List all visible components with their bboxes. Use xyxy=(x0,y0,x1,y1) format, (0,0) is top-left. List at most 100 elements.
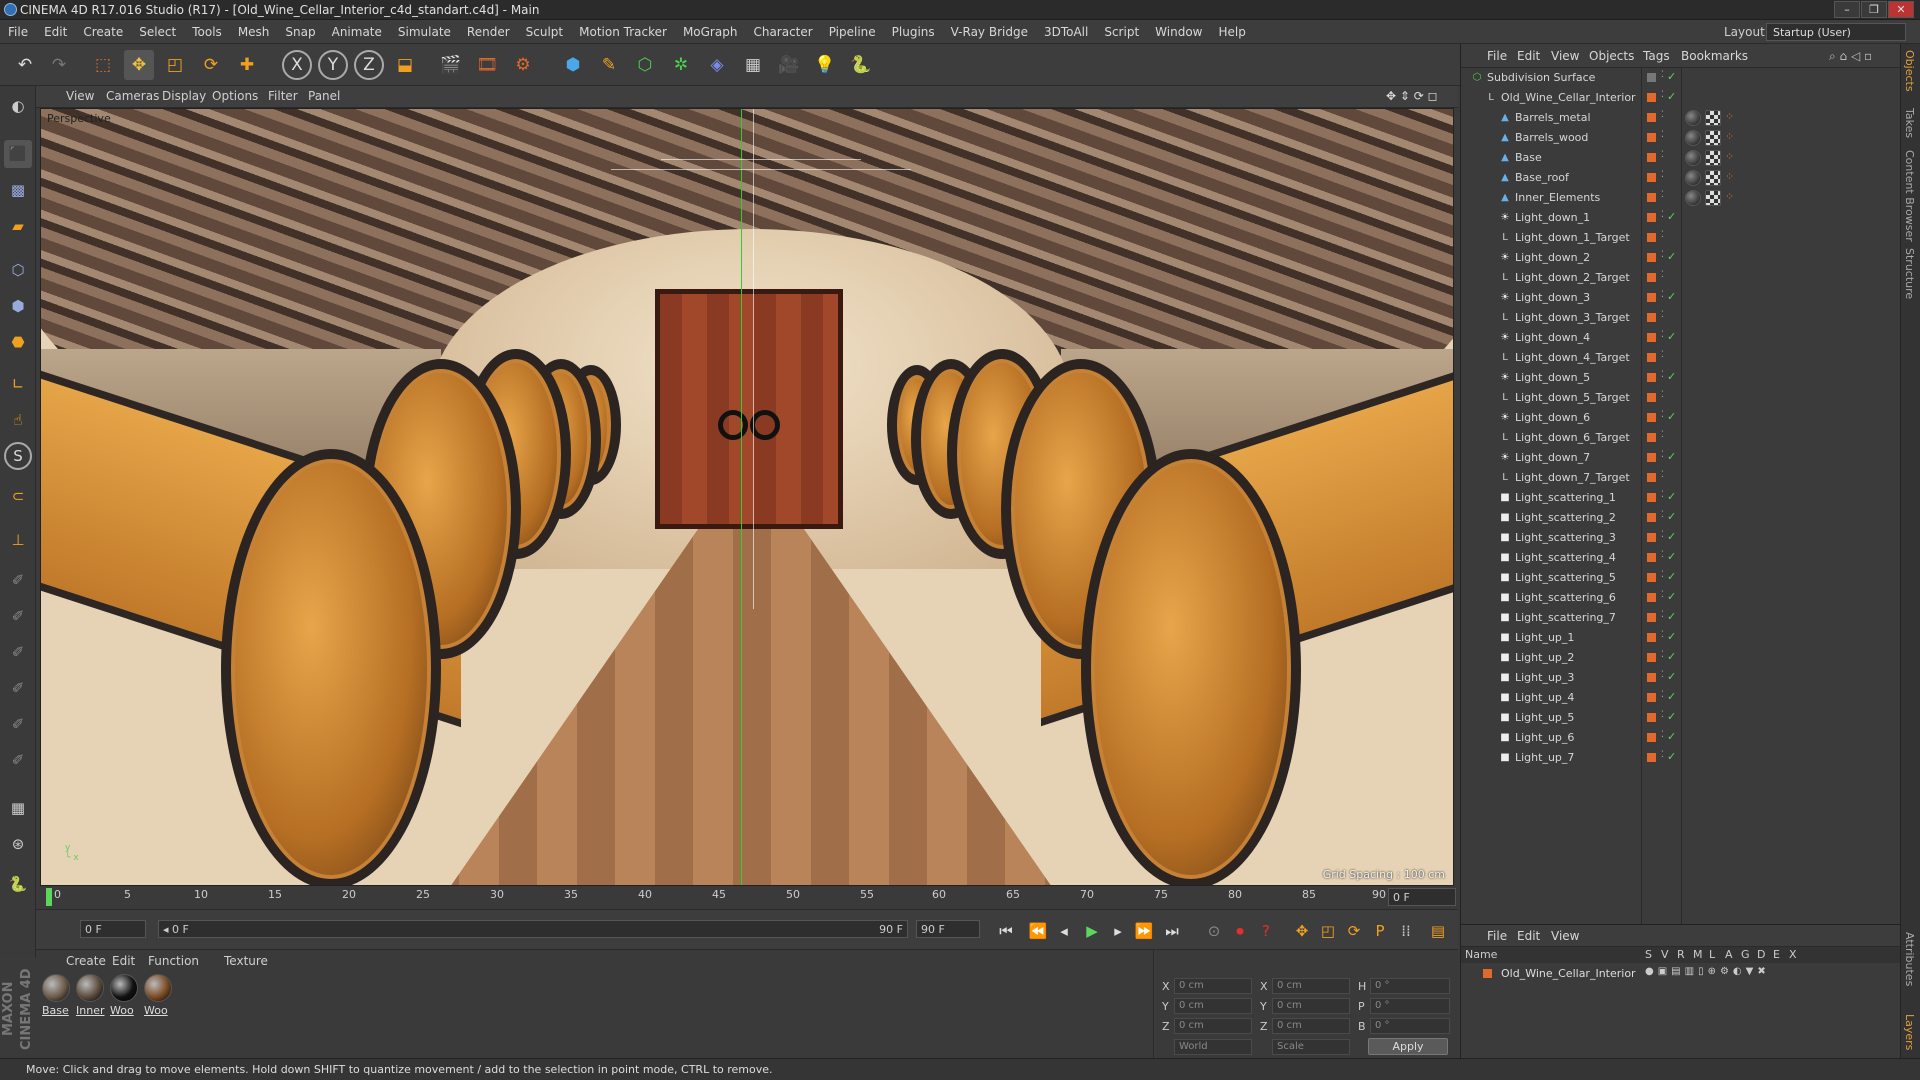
y-axis-lock-icon[interactable]: Y xyxy=(318,50,348,80)
autokey-icon[interactable]: ? xyxy=(1254,919,1278,943)
visibility-dots-icon[interactable]: ⁚ xyxy=(1661,130,1664,140)
menu-render[interactable]: Render xyxy=(459,20,518,44)
layer-color-swatch[interactable] xyxy=(1647,133,1656,142)
layer-color-swatch[interactable] xyxy=(1647,673,1656,682)
objects-menu-view[interactable]: View xyxy=(1551,49,1579,63)
rotate-tool-icon[interactable]: ⟳ xyxy=(196,50,226,80)
apply-button[interactable]: Apply xyxy=(1368,1038,1448,1055)
pos-x-field[interactable]: 0 cm xyxy=(1174,978,1252,994)
visibility-dots-icon[interactable]: ⁚ xyxy=(1661,90,1664,100)
visibility-dots-icon[interactable]: ⁚ xyxy=(1661,310,1664,320)
enabled-check-icon[interactable]: ✓ xyxy=(1667,590,1676,603)
visibility-dots-icon[interactable]: ⁚ xyxy=(1661,270,1664,280)
go-to-start-icon[interactable]: ⏮ xyxy=(994,919,1018,943)
side-tab-attributes[interactable]: Attributes xyxy=(1903,932,1916,986)
scale-tool-icon[interactable]: ◰ xyxy=(160,50,190,80)
visibility-dots-icon[interactable]: ⁚ xyxy=(1661,450,1664,460)
enable-axis-icon[interactable]: ⊛ xyxy=(4,830,32,858)
side-tab-content-browser[interactable]: Content Browser xyxy=(1903,150,1916,242)
object-row[interactable]: ■ Light_up_2 ⁚ ✓ xyxy=(1461,648,1901,668)
object-name[interactable]: Base xyxy=(1515,151,1542,164)
size-y-field[interactable]: 0 cm xyxy=(1272,998,1350,1014)
object-name[interactable]: Light_scattering_4 xyxy=(1515,551,1616,564)
key-pla-icon[interactable]: ⁞⁞ xyxy=(1394,919,1418,943)
layer-color-swatch[interactable] xyxy=(1647,593,1656,602)
object-name[interactable]: Light_up_3 xyxy=(1515,671,1574,684)
material-menu-edit[interactable]: Edit xyxy=(112,954,135,968)
object-name[interactable]: Light_scattering_3 xyxy=(1515,531,1616,544)
visibility-dots-icon[interactable]: ⁚ xyxy=(1661,630,1664,640)
timeline-layout-icon[interactable]: ▤ xyxy=(1426,919,1450,943)
pos-z-field[interactable]: 0 cm xyxy=(1174,1018,1252,1034)
layer-color-swatch[interactable] xyxy=(1647,353,1656,362)
enabled-check-icon[interactable]: ✓ xyxy=(1667,210,1676,223)
object-row[interactable]: L Light_down_5_Target ⁚ xyxy=(1461,388,1901,408)
sculpt-brush-5-icon[interactable]: ✐ xyxy=(4,710,32,738)
viewport-menu-view[interactable]: View xyxy=(66,89,94,103)
menu-select[interactable]: Select xyxy=(131,20,184,44)
menu-help[interactable]: Help xyxy=(1210,20,1253,44)
object-name[interactable]: Light_down_7_Target xyxy=(1515,471,1630,484)
axis-mode-icon[interactable]: ∟ xyxy=(4,370,32,398)
menu-pipeline[interactable]: Pipeline xyxy=(821,20,884,44)
next-frame-icon[interactable]: ▸ xyxy=(1106,919,1130,943)
layer-color-swatch[interactable] xyxy=(1647,253,1656,262)
menu-simulate[interactable]: Simulate xyxy=(390,20,459,44)
previous-key-icon[interactable]: ⏪ xyxy=(1026,919,1050,943)
light-icon[interactable]: 💡 xyxy=(810,50,840,80)
object-manager-search-icon[interactable]: ⌕ ⌂ ◁ ▫ xyxy=(1829,49,1872,64)
visibility-dots-icon[interactable]: ⁚ xyxy=(1661,530,1664,540)
layer-color-swatch[interactable] xyxy=(1647,473,1656,482)
object-row[interactable]: ☀ Light_down_4 ⁚ ✓ xyxy=(1461,328,1901,348)
enabled-check-icon[interactable]: ✓ xyxy=(1667,670,1676,683)
material-menu-texture[interactable]: Texture xyxy=(224,954,268,968)
side-tab-structure[interactable]: Structure xyxy=(1903,248,1916,299)
material-tag-icon[interactable] xyxy=(1685,150,1701,166)
enabled-check-icon[interactable]: ✓ xyxy=(1667,450,1676,463)
visibility-dots-icon[interactable]: ⁚ xyxy=(1661,150,1664,160)
layer-color-swatch[interactable] xyxy=(1647,233,1656,242)
object-name[interactable]: Light_down_1_Target xyxy=(1515,231,1630,244)
visibility-dots-icon[interactable]: ⁚ xyxy=(1661,370,1664,380)
object-row[interactable]: ■ Light_scattering_5 ⁚ ✓ xyxy=(1461,568,1901,588)
visibility-dots-icon[interactable]: ⁚ xyxy=(1661,750,1664,760)
object-name[interactable]: Base_roof xyxy=(1515,171,1569,184)
visibility-dots-icon[interactable]: ⁚ xyxy=(1661,510,1664,520)
object-name[interactable]: Light_down_1 xyxy=(1515,211,1590,224)
material-tag-icon[interactable] xyxy=(1685,110,1701,126)
object-row[interactable]: L Light_down_2_Target ⁚ xyxy=(1461,268,1901,288)
visibility-dots-icon[interactable]: ⁚ xyxy=(1661,690,1664,700)
layers-menu-view[interactable]: View xyxy=(1551,929,1579,943)
enabled-check-icon[interactable]: ✓ xyxy=(1667,710,1676,723)
object-row[interactable]: ☀ Light_down_2 ⁚ ✓ xyxy=(1461,248,1901,268)
object-name[interactable]: Light_down_5_Target xyxy=(1515,391,1630,404)
layer-color-swatch[interactable] xyxy=(1647,613,1656,622)
object-row[interactable]: ■ Light_scattering_3 ⁚ ✓ xyxy=(1461,528,1901,548)
object-name[interactable]: Light_down_6 xyxy=(1515,411,1590,424)
material-swatch[interactable]: Base xyxy=(42,974,72,1022)
visibility-dots-icon[interactable]: ⁚ xyxy=(1661,290,1664,300)
menu-sculpt[interactable]: Sculpt xyxy=(518,20,571,44)
layer-color-swatch[interactable] xyxy=(1647,573,1656,582)
playhead-marker[interactable] xyxy=(46,888,52,906)
layer-color-swatch[interactable] xyxy=(1647,653,1656,662)
layer-color-swatch[interactable] xyxy=(1647,73,1656,82)
enabled-check-icon[interactable]: ✓ xyxy=(1667,630,1676,643)
object-name[interactable]: Light_down_2_Target xyxy=(1515,271,1630,284)
object-row[interactable]: ■ Light_up_1 ⁚ ✓ xyxy=(1461,628,1901,648)
object-row[interactable]: ☀ Light_down_6 ⁚ ✓ xyxy=(1461,408,1901,428)
layer-color-swatch[interactable] xyxy=(1647,313,1656,322)
material-swatch[interactable]: Woo xyxy=(110,974,140,1022)
visibility-dots-icon[interactable]: ⁚ xyxy=(1661,670,1664,680)
object-name[interactable]: Light_up_4 xyxy=(1515,691,1574,704)
visibility-dots-icon[interactable]: ⁚ xyxy=(1661,430,1664,440)
rot-h-field[interactable]: 0 ° xyxy=(1370,978,1450,994)
menu-mograph[interactable]: MoGraph xyxy=(675,20,746,44)
enabled-check-icon[interactable]: ✓ xyxy=(1667,250,1676,263)
object-row[interactable]: ☀ Light_down_5 ⁚ ✓ xyxy=(1461,368,1901,388)
layer-row[interactable]: Old_Wine_Cellar_Interior ●▣▤▥▯⊕⚙◐▼✖ xyxy=(1461,965,1901,983)
python-icon[interactable]: 🐍 xyxy=(846,50,876,80)
sculpt-brush-4-icon[interactable]: ✐ xyxy=(4,674,32,702)
menu-script[interactable]: Script xyxy=(1096,20,1147,44)
visibility-dots-icon[interactable]: ⁚ xyxy=(1661,230,1664,240)
